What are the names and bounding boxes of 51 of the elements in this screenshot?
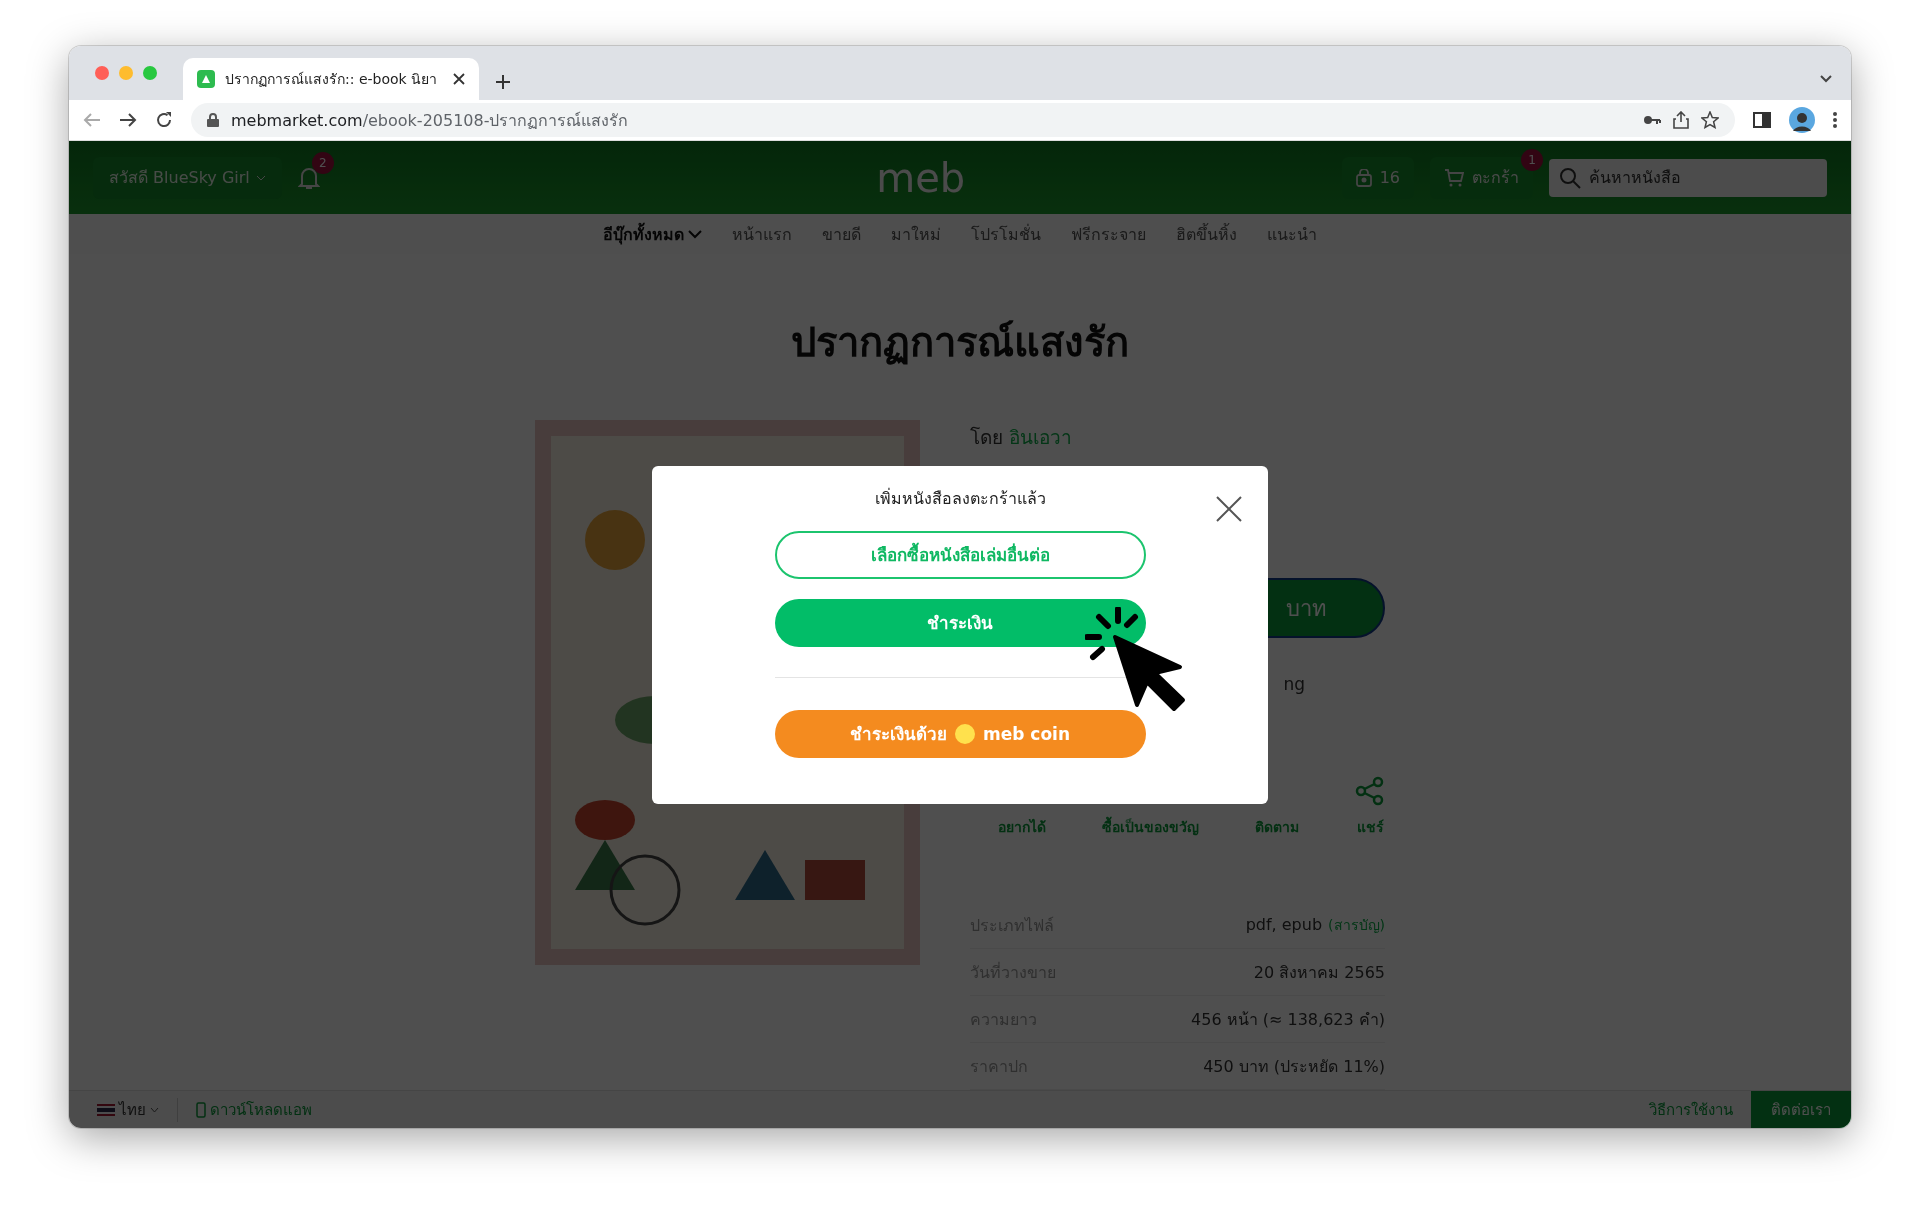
detail-value: 20 สิงหาคม 2565: [1253, 961, 1385, 984]
note-text: ng: [1283, 674, 1305, 694]
contact-button[interactable]: ติดต่อเรา: [1751, 1090, 1851, 1128]
dialog-title: เพิ่มหนังสือลงตะกร้าแล้ว: [874, 487, 1046, 510]
language-selector[interactable]: ไทย: [69, 1097, 178, 1122]
notification-badge: 2: [311, 151, 334, 174]
payment-button[interactable]: ชำระเงิน: [774, 598, 1146, 647]
more-icon[interactable]: [1833, 112, 1837, 128]
logo[interactable]: meb: [515, 154, 1326, 201]
address-bar[interactable]: mebmarket.com/ebook-205108-ปรากฏการณ์แสงรัก: [191, 103, 1735, 137]
chevron-down-icon[interactable]: [1819, 74, 1833, 84]
url-path: /ebook-205108-ปรากฏการณ์แสงรัก: [362, 109, 629, 132]
avatar-icon[interactable]: [1789, 107, 1815, 133]
search-field[interactable]: ค้นหาหนังสือ: [1549, 158, 1827, 197]
reload-icon[interactable]: [155, 111, 173, 129]
lock-icon: [207, 113, 219, 127]
forward-arrow-icon[interactable]: [119, 112, 137, 128]
caret-icon: [150, 1106, 159, 1113]
search-icon: [1559, 166, 1581, 189]
continue-shopping-button[interactable]: เลือกซื้อหนังสือเล่มอื่นต่อ: [774, 530, 1146, 579]
plus-icon[interactable]: [495, 74, 511, 90]
detail-value: pdf, epub (สารบัญ): [1245, 914, 1385, 936]
side-panel-icon[interactable]: [1753, 112, 1771, 128]
flag-icon: [97, 1103, 115, 1116]
share-icon[interactable]: [1673, 111, 1689, 129]
phone-icon: [196, 1101, 206, 1118]
action-link[interactable]: แชร์: [1355, 776, 1385, 838]
cart-badge: 1: [1521, 148, 1543, 171]
detail-value: 450 บาท (ประหยัด 11%): [1203, 1055, 1385, 1078]
url-host: mebmarket.com: [231, 110, 363, 130]
nav-link[interactable]: อีบุ๊กทั้งหมด: [603, 221, 702, 247]
chevron-down-icon: [688, 229, 702, 239]
action-link[interactable]: ติดตาม: [1255, 816, 1299, 838]
author-link[interactable]: อินเอวา: [1009, 426, 1073, 448]
browser-tab[interactable]: ปรากฏการณ์แสงรัก:: e-book นิยา: [183, 58, 479, 100]
contents-link[interactable]: (สารบัญ): [1328, 917, 1385, 933]
help-link[interactable]: วิธีการใช้งาน: [1631, 1097, 1751, 1122]
action-link[interactable]: ซื้อเป็นของขวัญ: [1102, 816, 1199, 838]
author-line: โดย อินเอวา: [970, 425, 1074, 450]
key-icon[interactable]: [1643, 115, 1661, 125]
download-app-link[interactable]: ดาวน์โหลดแอพ: [178, 1097, 330, 1122]
caret-icon: [255, 174, 266, 181]
share-icon: [1355, 776, 1385, 806]
close-icon[interactable]: [1216, 495, 1242, 522]
detail-value: 456 หน้า (≈ 138,623 คำ): [1191, 1008, 1385, 1031]
close-icon[interactable]: [453, 73, 465, 85]
book-title: ปรากฏการณ์แสงรัก: [791, 318, 1129, 367]
star-icon[interactable]: [1701, 111, 1719, 129]
action-link[interactable]: อยากได้: [998, 816, 1046, 838]
cart-icon: [1444, 168, 1464, 187]
coin-payment-button[interactable]: ชำระเงินด้วย meb coin: [774, 709, 1146, 758]
